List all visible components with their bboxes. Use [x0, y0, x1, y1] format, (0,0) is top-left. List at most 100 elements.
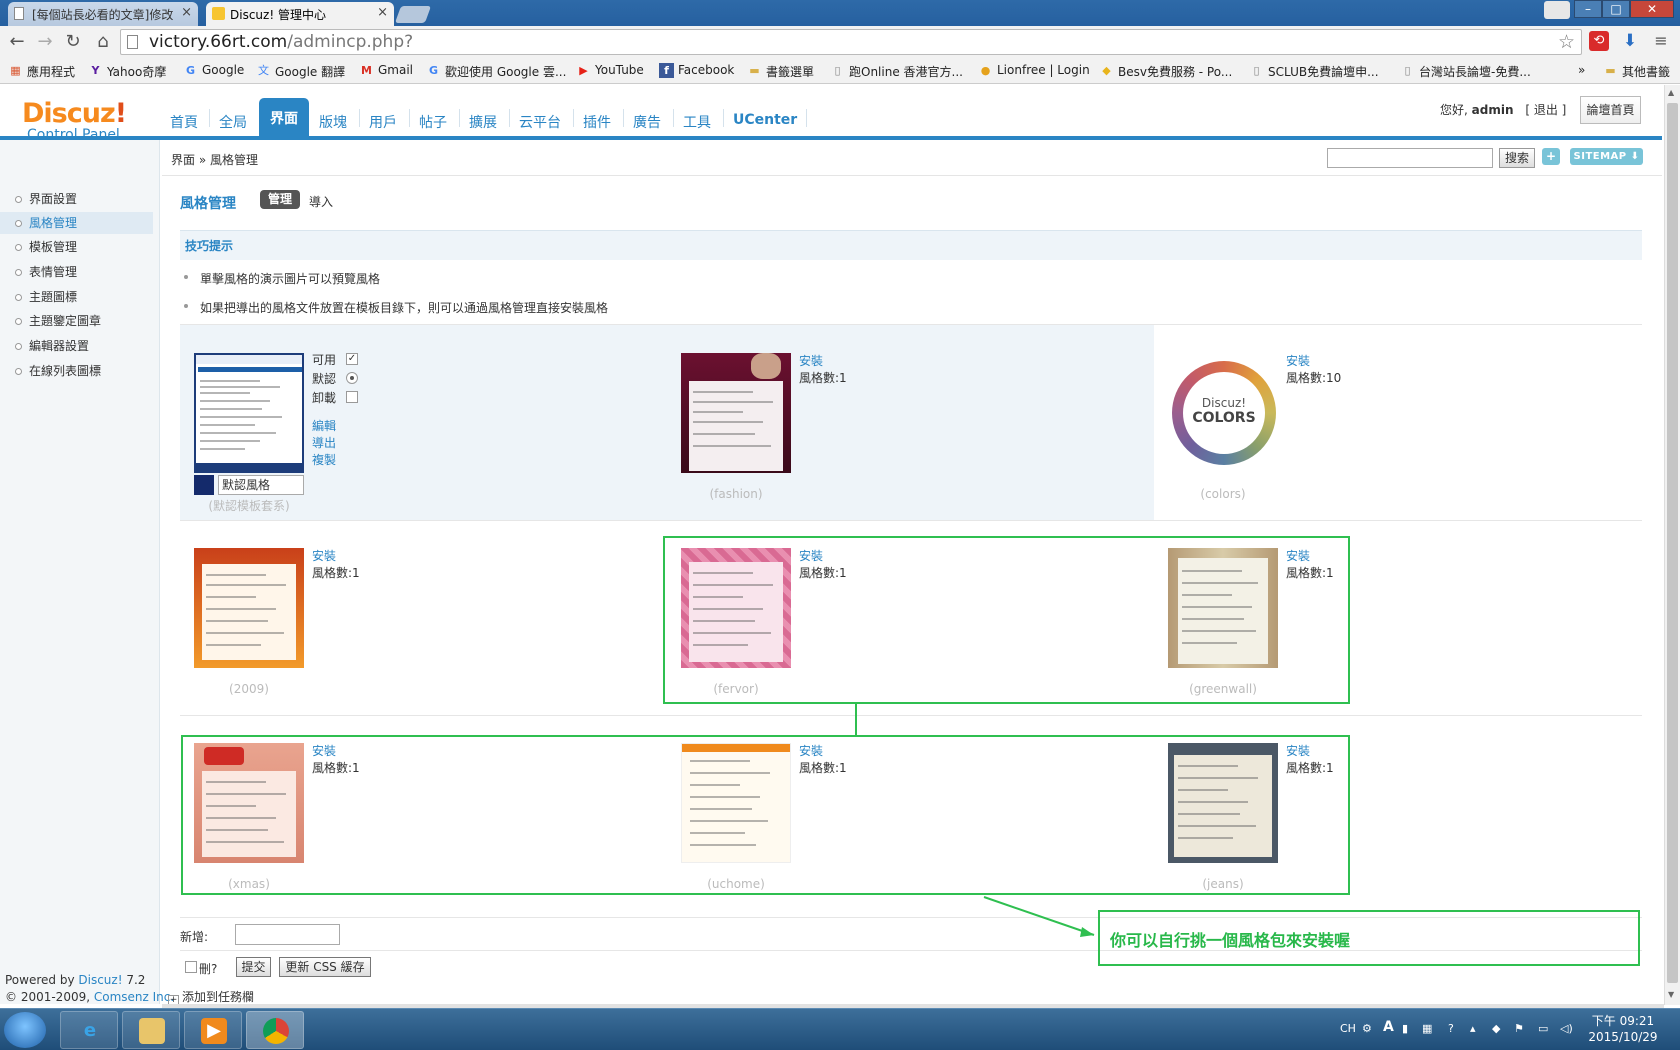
scroll-up-icon[interactable]: ▲: [1668, 88, 1674, 97]
enabled-checkbox[interactable]: ✓: [346, 353, 358, 365]
nav-posts[interactable]: 帖子: [419, 112, 447, 132]
nav-forums[interactable]: 版塊: [319, 112, 347, 132]
install-link[interactable]: 安裝: [799, 352, 823, 369]
menu-icon[interactable]: ≡: [1651, 31, 1671, 51]
reload-icon[interactable]: ↻: [62, 31, 84, 53]
font-icon[interactable]: A: [1383, 1019, 1394, 1035]
minimize-button[interactable]: –: [1574, 0, 1602, 18]
nav-users[interactable]: 用戶: [369, 112, 397, 132]
install-link[interactable]: 安裝: [1286, 352, 1310, 369]
add-shortcut-button[interactable]: +: [1542, 148, 1560, 165]
export-link[interactable]: 導出: [312, 434, 336, 451]
system-clock[interactable]: 下午 09:21 2015/10/29: [1588, 1013, 1658, 1045]
start-button[interactable]: [4, 1012, 46, 1048]
bookmark-besv[interactable]: ◆ Besv免費服務 - Po...: [1099, 63, 1232, 80]
search-input[interactable]: [1327, 148, 1493, 168]
maximize-button[interactable]: □: [1602, 0, 1630, 18]
bookmark-facebook[interactable]: f Facebook: [659, 63, 734, 78]
install-link[interactable]: 安裝: [312, 547, 336, 564]
sitemap-button[interactable]: SITEMAP ⬇: [1570, 148, 1643, 165]
nav-cloud[interactable]: 云平台: [519, 112, 561, 132]
scroll-down-icon[interactable]: ▼: [1668, 990, 1674, 999]
back-icon[interactable]: ←: [6, 31, 28, 53]
volume-icon[interactable]: ◁): [1560, 1022, 1573, 1035]
nav-ucenter[interactable]: UCenter: [733, 112, 797, 128]
search-button[interactable]: 搜索: [1499, 148, 1535, 168]
tab-manage[interactable]: 管理: [260, 190, 300, 209]
extension-icon[interactable]: ⟲: [1589, 31, 1609, 51]
bookmark-apps[interactable]: ▦ 應用程式: [8, 63, 75, 80]
nav-ads[interactable]: 廣告: [633, 112, 661, 132]
nav-home[interactable]: 首頁: [170, 112, 198, 132]
nav-interface[interactable]: 界面: [259, 98, 309, 137]
bookmark-yahoo[interactable]: Y Yahoo奇摩: [88, 63, 167, 80]
style-name-input[interactable]: 默認風格: [218, 475, 304, 495]
help-icon[interactable]: ?: [1448, 1022, 1454, 1035]
bookmark-translate[interactable]: 文 Google 翻譯: [256, 63, 345, 80]
sidebar-item-editor[interactable]: 編輯器設置: [0, 335, 153, 357]
tab-inactive[interactable]: [每個站長必看的文章]修改 ×: [8, 2, 198, 26]
logout-link[interactable]: [ 退出 ]: [1525, 103, 1566, 117]
input-language[interactable]: CH: [1340, 1022, 1356, 1035]
tray-expand-icon[interactable]: ▴: [1470, 1022, 1476, 1035]
tab-close-icon[interactable]: ×: [377, 5, 388, 20]
delete-checkbox[interactable]: [185, 961, 197, 973]
bookmark-sclub[interactable]: ▯ SCLUB免費論壇申...: [1249, 63, 1378, 80]
home-icon[interactable]: ⌂: [92, 31, 114, 53]
profile-icon[interactable]: [1544, 1, 1570, 19]
ime-icon[interactable]: ⚙: [1362, 1022, 1372, 1035]
bookmark-google[interactable]: G Google: [183, 63, 244, 77]
bookmark-lionfree[interactable]: ● Lionfree | Login: [978, 63, 1090, 77]
network-icon[interactable]: ▭: [1538, 1022, 1548, 1035]
bookmark-paoonline[interactable]: ▯ 跑Online 香港官方...: [830, 63, 963, 80]
style-thumbnail[interactable]: [681, 353, 791, 473]
flag-icon[interactable]: ⚑: [1514, 1022, 1524, 1035]
sidebar-item-smilies[interactable]: 表情管理: [0, 261, 153, 283]
forward-icon[interactable]: →: [34, 31, 56, 53]
close-button[interactable]: ✕: [1630, 0, 1674, 18]
download-icon[interactable]: ⬇: [1620, 31, 1640, 51]
bookmark-youtube[interactable]: ▶ YouTube: [576, 63, 644, 77]
sidebar-item-thread-icons[interactable]: 主題圖標: [0, 286, 153, 308]
bookmark-folder-menu[interactable]: ▬ 書籤選單: [747, 63, 814, 80]
taskbar-ie[interactable]: e: [60, 1011, 118, 1049]
address-bar[interactable]: victory.66rt.com/admincp.php? ☆: [120, 29, 1582, 55]
forum-home-button[interactable]: 論壇首頁: [1580, 96, 1641, 124]
bookmarks-overflow[interactable]: »: [1578, 63, 1585, 77]
bookmark-twforum[interactable]: ▯ 台灣站長論壇-免費...: [1400, 63, 1530, 80]
bookmark-gmail[interactable]: M Gmail: [359, 63, 413, 77]
sidebar-item-online-icons[interactable]: 在線列表圖標: [0, 360, 153, 382]
taskbar-explorer[interactable]: [122, 1011, 180, 1049]
keyboard-icon[interactable]: ▦: [1422, 1022, 1432, 1035]
bookmark-other[interactable]: ▬ 其他書籤: [1603, 63, 1670, 80]
ime-mode-icon[interactable]: ▮: [1402, 1022, 1408, 1035]
sidebar-item-style-manage[interactable]: 風格管理: [0, 212, 153, 234]
colors-logo[interactable]: Discuz! COLORS: [1172, 361, 1276, 465]
tab-close-icon[interactable]: ×: [181, 5, 192, 20]
sidebar-item-stamps[interactable]: 主題鑒定圖章: [0, 310, 153, 332]
uninstall-checkbox[interactable]: [346, 391, 358, 403]
scroll-thumb[interactable]: [1667, 103, 1678, 983]
nav-plugins[interactable]: 插件: [583, 112, 611, 132]
vertical-scrollbar[interactable]: ▲ ▼: [1664, 85, 1680, 1005]
sidebar-item-template-manage[interactable]: 模板管理: [0, 236, 153, 258]
default-radio[interactable]: [346, 372, 358, 384]
tab-active[interactable]: Discuz! 管理中心 ×: [206, 2, 394, 26]
color-swatch[interactable]: [194, 475, 214, 495]
nav-global[interactable]: 全局: [219, 112, 247, 132]
antivirus-icon[interactable]: ◆: [1492, 1022, 1500, 1035]
new-tab-button[interactable]: [394, 6, 432, 23]
edit-link[interactable]: 編輯: [312, 417, 336, 434]
taskbar-chrome[interactable]: [246, 1011, 304, 1049]
bookmark-star-icon[interactable]: ☆: [1558, 31, 1575, 53]
nav-extensions[interactable]: 擴展: [469, 112, 497, 132]
nav-tools[interactable]: 工具: [683, 112, 711, 132]
update-css-button[interactable]: 更新 CSS 緩存: [279, 957, 371, 977]
sidebar-item-interface-settings[interactable]: 界面設置: [0, 188, 153, 210]
add-style-input[interactable]: [235, 924, 340, 945]
copy-link[interactable]: 複製: [312, 451, 336, 468]
submit-button[interactable]: 提交: [236, 957, 271, 977]
taskbar-media[interactable]: ▶: [184, 1011, 242, 1049]
bookmark-google-cloud[interactable]: G 歡迎使用 Google 雲...: [426, 63, 566, 80]
tab-import[interactable]: 導入: [309, 193, 333, 210]
